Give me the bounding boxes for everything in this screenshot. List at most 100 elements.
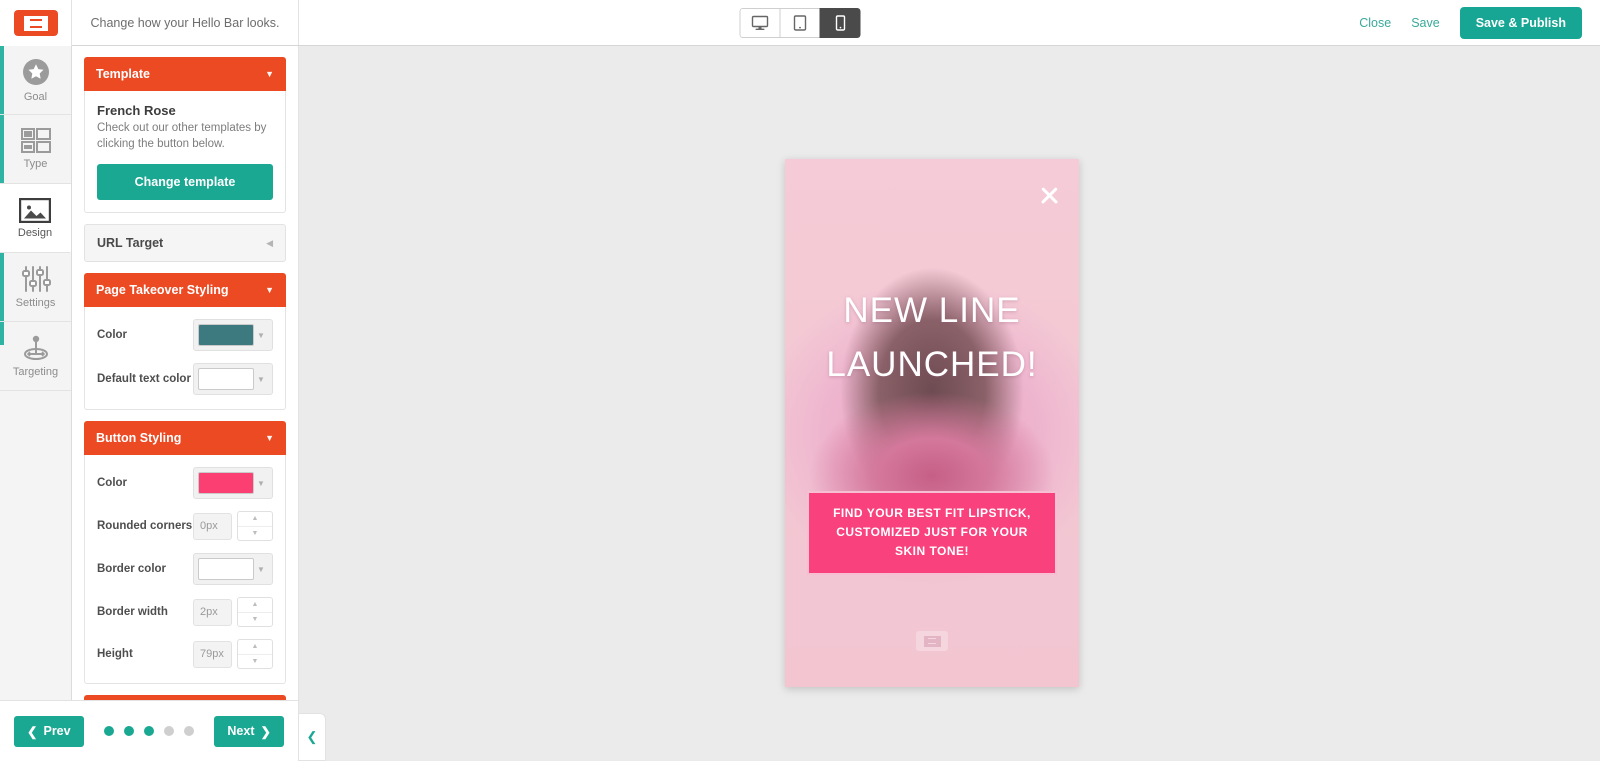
image-icon <box>19 197 51 223</box>
hellobar-watermark-icon <box>916 631 948 651</box>
stepper-down-icon[interactable]: ▼ <box>238 527 272 541</box>
field-rounded-corners: Rounded corners 0px ▲ ▼ <box>97 511 273 542</box>
panel-collapse-button[interactable]: ❮ <box>299 713 326 761</box>
section-button-styling-header[interactable]: Button Styling ▼ <box>84 421 286 456</box>
headline-line-1: NEW LINE <box>843 291 1021 330</box>
panel-subtitle-bar: Change how your Hello Bar looks. <box>72 0 299 45</box>
preview-canvas: NEW LINE LAUNCHED! FIND YOUR BEST FIT LI… <box>299 46 1600 761</box>
chevron-right-icon: ❯ <box>260 724 271 739</box>
stepper-down-icon[interactable]: ▼ <box>238 613 272 627</box>
chevron-down-icon: ▼ <box>265 69 274 79</box>
stepper-down-icon[interactable]: ▼ <box>238 655 272 669</box>
chevron-down-icon: ▼ <box>257 374 265 384</box>
preview-close-icon[interactable] <box>1037 183 1061 207</box>
color-swatch <box>198 324 254 347</box>
prev-label: Prev <box>43 724 71 738</box>
preview-cta-button[interactable]: FIND YOUR BEST FIT LIPSTICK, CUSTOMIZED … <box>807 491 1057 575</box>
chevron-down-icon: ▼ <box>257 564 265 574</box>
mobile-icon <box>835 15 845 31</box>
preview-headline: NEW LINE LAUNCHED! <box>785 284 1079 393</box>
sidebar-item-settings[interactable]: Settings <box>0 253 71 322</box>
headline-line-2: LAUNCHED! <box>826 345 1038 385</box>
border-width-stepper[interactable]: ▲ ▼ <box>237 597 273 628</box>
stepper-up-icon[interactable]: ▲ <box>238 598 272 613</box>
sidebar-item-label: Settings <box>15 297 56 309</box>
section-template-body: French Rose Check out our other template… <box>84 91 286 214</box>
save-button[interactable]: Save <box>1411 16 1440 30</box>
border-color-picker[interactable]: ▼ <box>193 553 273 586</box>
section-page-takeover-styling: Page Takeover Styling ▼ Color ▼ Default … <box>84 273 286 411</box>
section-url-target-header[interactable]: URL Target ◀ <box>84 224 286 263</box>
takeover-color-picker[interactable]: ▼ <box>193 319 273 352</box>
field-label: Rounded corners <box>97 520 193 533</box>
template-description: Check out our other templates by clickin… <box>97 122 267 150</box>
app-logo[interactable] <box>0 0 72 46</box>
wizard-bottom-bar: ❮ Prev Next ❯ <box>0 700 299 761</box>
save-and-publish-button[interactable]: Save & Publish <box>1459 7 1582 39</box>
section-page-takeover-header[interactable]: Page Takeover Styling ▼ <box>84 273 286 308</box>
sidebar-item-targeting[interactable]: Targeting <box>0 322 71 391</box>
sidebar-item-label: Targeting <box>12 366 59 378</box>
sliders-icon <box>21 266 51 292</box>
rounded-corners-stepper[interactable]: ▲ ▼ <box>237 511 273 542</box>
field-label: Color <box>97 329 128 342</box>
field-border-color: Border color ▼ <box>97 553 273 586</box>
field-takeover-text-color: Default text color ▼ <box>97 363 273 396</box>
next-button[interactable]: Next ❯ <box>214 715 284 747</box>
app-root: Change how your Hello Bar looks. Close S… <box>0 0 1600 761</box>
next-label: Next <box>227 724 255 738</box>
device-preview-toggle[interactable] <box>739 8 861 38</box>
prev-button[interactable]: ❮ Prev <box>14 715 84 747</box>
step-dot[interactable] <box>184 726 194 736</box>
hellobar-logo-icon <box>13 10 58 36</box>
border-width-input[interactable]: 2px <box>193 598 232 626</box>
step-dot[interactable] <box>144 726 154 736</box>
button-color-picker[interactable]: ▼ <box>193 467 273 500</box>
layout-grid-icon <box>20 128 51 153</box>
color-swatch <box>198 472 254 495</box>
section-template-header[interactable]: Template ▼ <box>84 57 286 91</box>
section-button-styling-body: Color ▼ Rounded corners 0px ▲ ▼ Border c… <box>84 455 286 685</box>
step-dot[interactable] <box>164 726 174 736</box>
step-dot[interactable] <box>104 726 114 736</box>
template-name: French Rose <box>97 103 176 118</box>
sidebar-item-label: Goal <box>23 91 48 103</box>
top-bar: Change how your Hello Bar looks. Close S… <box>0 0 1600 46</box>
section-page-takeover-body: Color ▼ Default text color ▼ <box>84 307 286 411</box>
device-tablet-button[interactable] <box>779 8 821 38</box>
section-title: Page Takeover Styling <box>96 283 229 298</box>
panel-subtitle: Change how your Hello Bar looks. <box>90 15 280 30</box>
device-mobile-button[interactable] <box>819 8 861 38</box>
cta-line-3: SKIN TONE! <box>894 544 970 559</box>
stepper-up-icon[interactable]: ▲ <box>238 512 272 527</box>
preview-background-image <box>785 159 1079 687</box>
field-button-color: Color ▼ <box>97 467 273 500</box>
page-takeover-preview: NEW LINE LAUNCHED! FIND YOUR BEST FIT LI… <box>785 159 1079 687</box>
field-label: Default text color <box>97 373 191 386</box>
height-input[interactable]: 79px <box>193 640 232 668</box>
close-button[interactable]: Close <box>1359 16 1391 30</box>
field-label: Border width <box>97 606 168 619</box>
section-button-styling: Button Styling ▼ Color ▼ Rounded corners <box>84 421 286 685</box>
rounded-corners-input[interactable]: 0px <box>193 512 232 540</box>
sidebar-item-goal[interactable]: Goal <box>0 46 71 115</box>
sidebar-item-design[interactable]: Design <box>0 184 71 253</box>
chevron-left-icon: ❮ <box>306 729 318 744</box>
field-label: Color <box>97 477 128 490</box>
sidebar-item-label: Type <box>23 158 48 170</box>
field-height: Height 79px ▲ ▼ <box>97 639 273 670</box>
field-border-width: Border width 2px ▲ ▼ <box>97 597 273 628</box>
change-template-button[interactable]: Change template <box>97 164 273 201</box>
device-desktop-button[interactable] <box>739 8 781 38</box>
cta-line-1: FIND YOUR BEST FIT LIPSTICK, <box>833 506 1031 520</box>
chevron-down-icon: ▼ <box>257 330 265 340</box>
field-takeover-color: Color ▼ <box>97 319 273 352</box>
sidebar-item-type[interactable]: Type <box>0 115 71 184</box>
step-dot[interactable] <box>124 726 134 736</box>
tablet-icon <box>793 15 807 31</box>
stepper-up-icon[interactable]: ▲ <box>238 640 272 655</box>
section-url-target: URL Target ◀ <box>84 224 286 263</box>
takeover-text-color-picker[interactable]: ▼ <box>193 363 273 396</box>
chevron-down-icon: ▼ <box>265 433 274 444</box>
height-stepper[interactable]: ▲ ▼ <box>237 639 273 670</box>
